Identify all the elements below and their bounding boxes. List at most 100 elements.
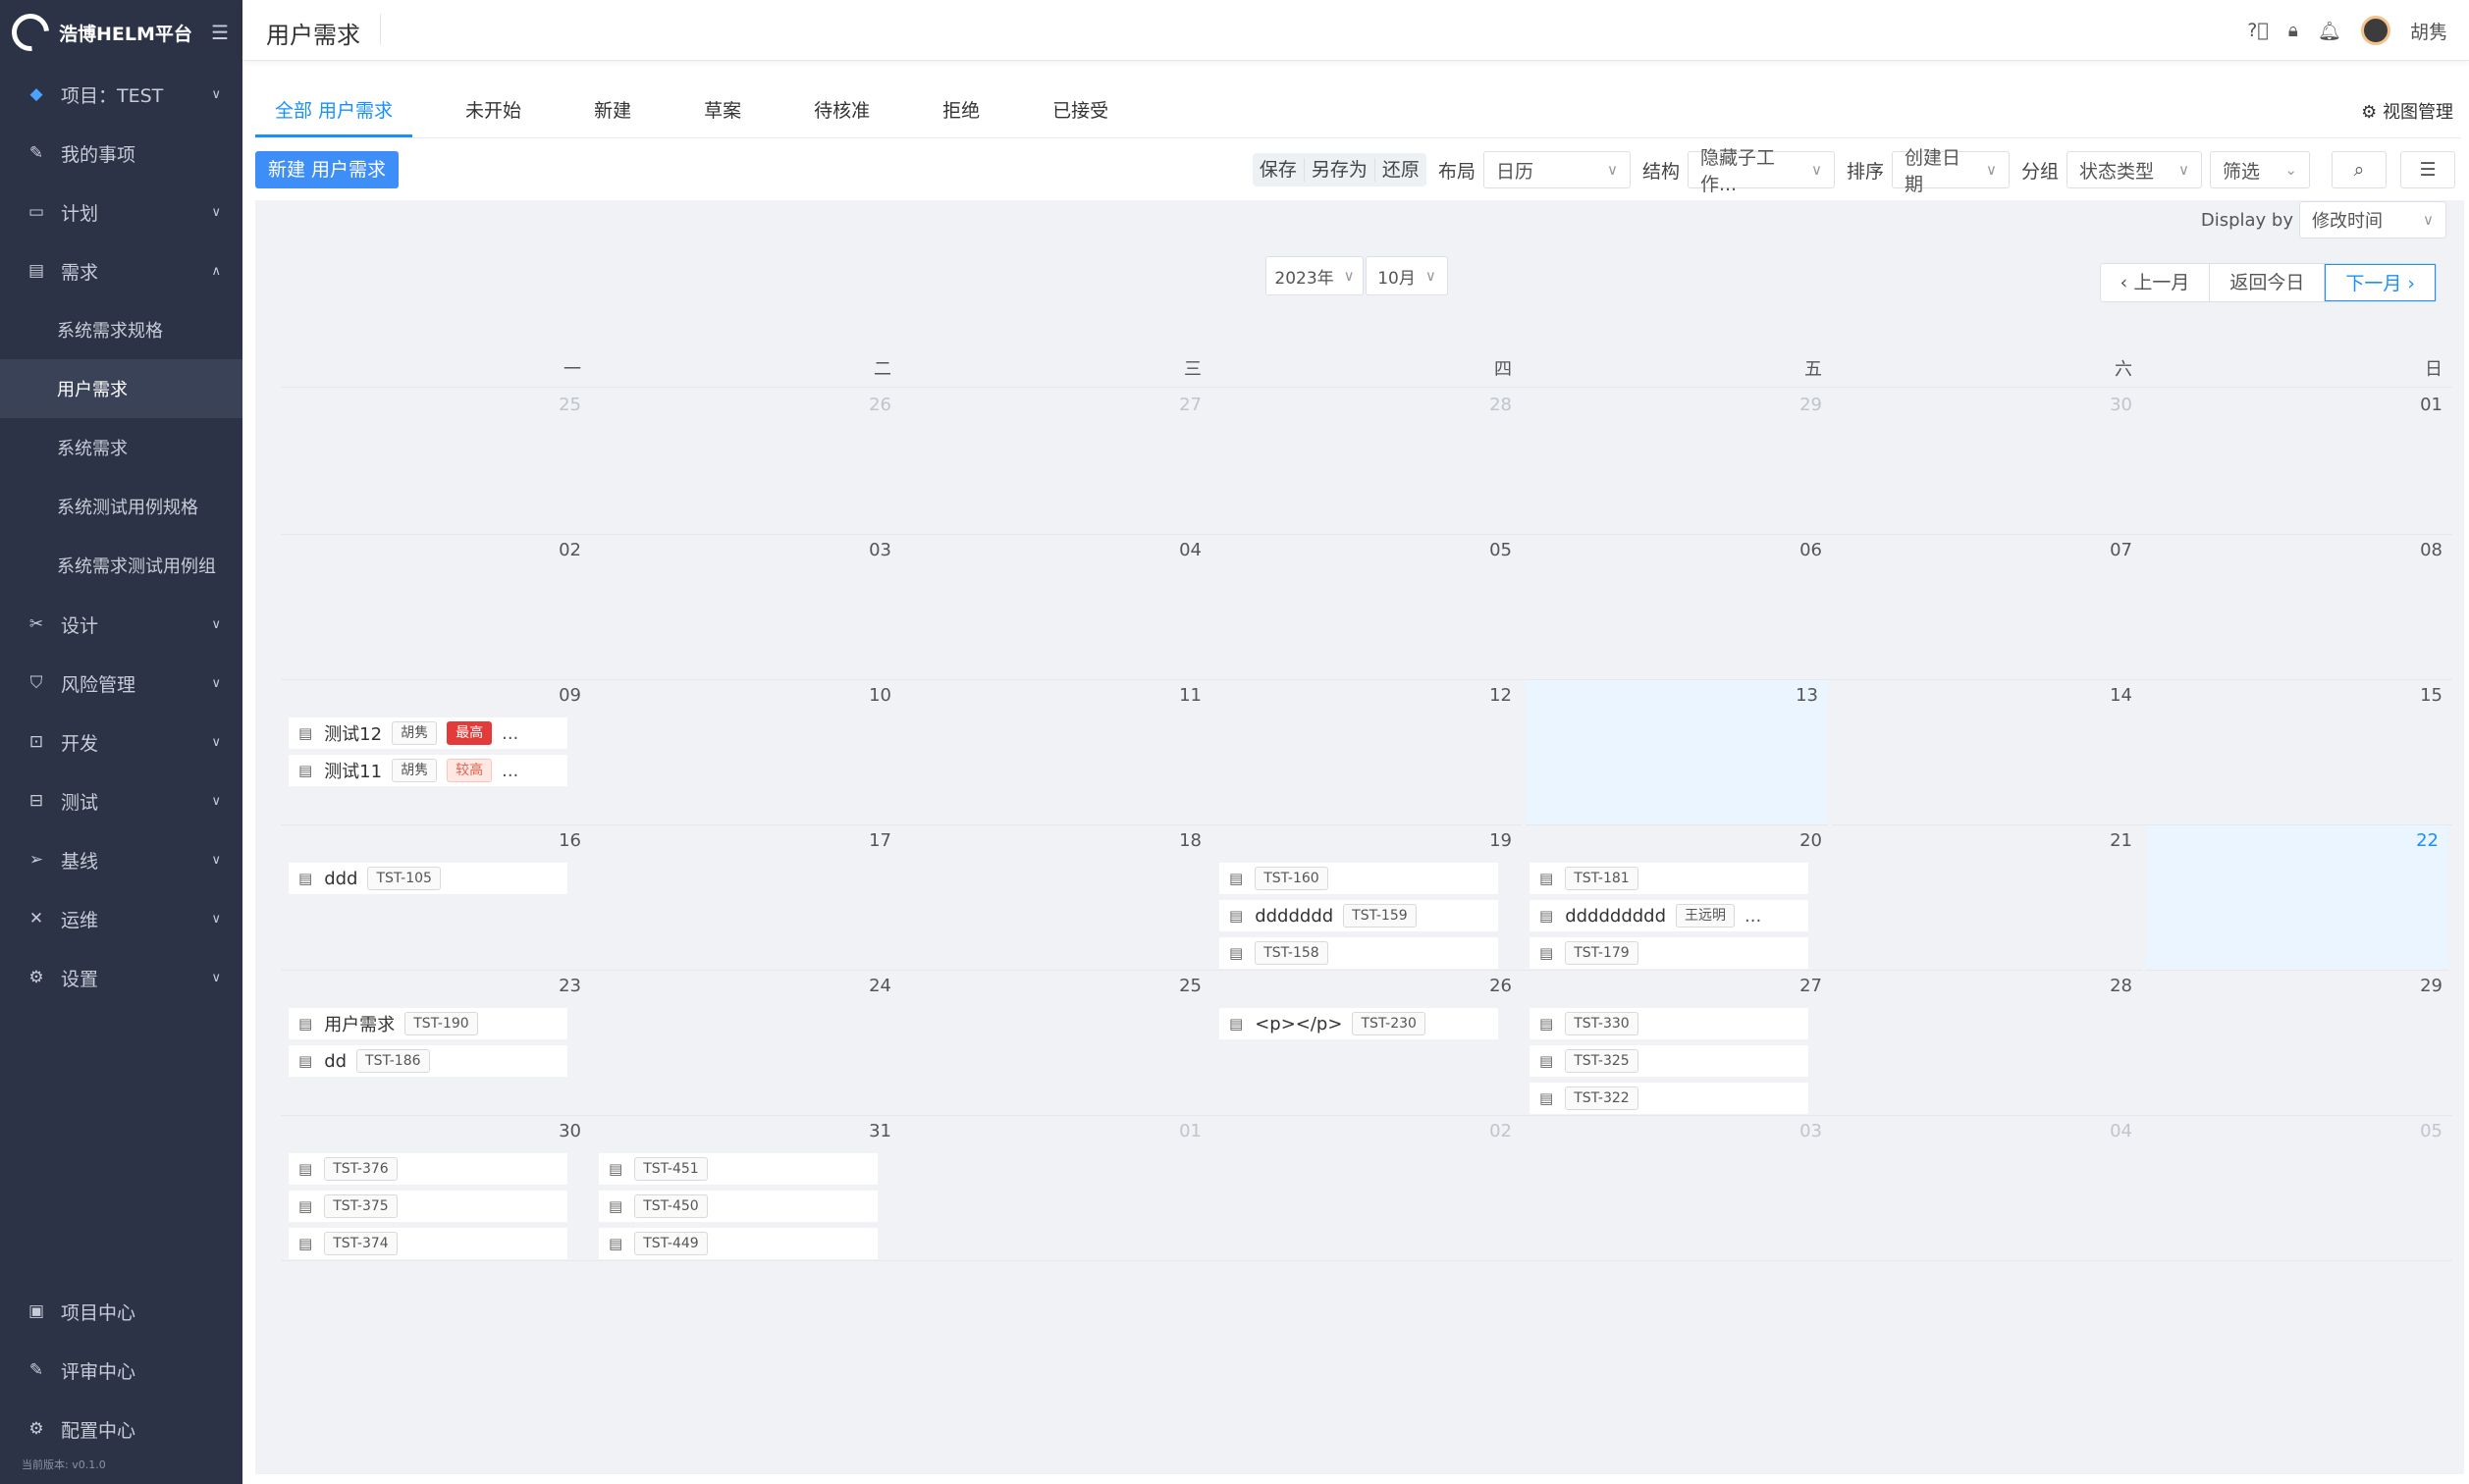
save-view-button[interactable]: 保存 bbox=[1253, 158, 1305, 182]
calendar-day-cell[interactable]: 22 bbox=[2146, 825, 2448, 971]
month-select[interactable]: 10月 ∨ bbox=[1366, 256, 1448, 295]
user-name[interactable]: 胡隽 bbox=[2410, 18, 2447, 44]
calendar-day-cell[interactable]: 09 ▤ 测试12 胡隽 最高... ▤ 测试11 胡隽 较高... bbox=[281, 680, 591, 825]
sidebar-item-project-center[interactable]: ▣ 项目中心 bbox=[0, 1282, 242, 1341]
layout-select[interactable]: 日历 ∨ bbox=[1482, 151, 1631, 188]
calendar-day-cell[interactable]: 21 bbox=[1832, 825, 2142, 971]
calendar-day-cell[interactable]: 29 bbox=[1522, 390, 1832, 535]
list-view-button[interactable]: ☰ bbox=[2400, 151, 2455, 188]
sidebar-item-config-center[interactable]: ⚙ 配置中心 bbox=[0, 1400, 242, 1458]
calendar-day-cell[interactable]: 07 bbox=[1832, 535, 2142, 680]
sidebar-sub-test-case-spec[interactable]: 系统测试用例规格 bbox=[0, 477, 242, 536]
calendar-day-cell[interactable]: 23 ▤ 用户需求 TST-190 ▤ dd TST-186 bbox=[281, 971, 591, 1116]
year-select[interactable]: 2023年 ∨ bbox=[1265, 256, 1364, 295]
calendar-day-cell[interactable]: 18 bbox=[901, 825, 1211, 971]
calendar-day-cell[interactable]: 27 ▤ TST-330 ▤ TST-325 ▤ TST-322 bbox=[1522, 971, 1832, 1116]
sidebar-item-baseline[interactable]: ➢ 基线 ∨ bbox=[0, 830, 242, 889]
calendar-day-cell[interactable]: 26 bbox=[591, 390, 901, 535]
lock-icon[interactable]: 🔒︎ bbox=[2288, 20, 2298, 41]
calendar-day-cell[interactable]: 02 bbox=[1211, 1116, 1522, 1261]
more-icon[interactable]: ... bbox=[502, 723, 518, 744]
sidebar-item-my-items[interactable]: ✎ 我的事项 bbox=[0, 124, 242, 183]
calendar-day-cell[interactable]: 15 bbox=[2142, 680, 2452, 825]
group-select[interactable]: 状态类型 ∨ bbox=[2066, 151, 2202, 188]
calendar-day-cell[interactable]: 12 bbox=[1211, 680, 1522, 825]
calendar-day-cell[interactable]: 17 bbox=[591, 825, 901, 971]
calendar-day-cell[interactable]: 10 bbox=[591, 680, 901, 825]
calendar-event[interactable]: ▤ TST-325 bbox=[1530, 1045, 1808, 1077]
project-selector[interactable]: ◆ 项目：TEST ∨ bbox=[0, 65, 242, 124]
sidebar-item-test[interactable]: ⊟ 测试 ∨ bbox=[0, 771, 242, 830]
sidebar-item-requirements[interactable]: ▤ 需求 ∧ bbox=[0, 241, 242, 300]
new-user-requirement-button[interactable]: 新建 用户需求 bbox=[255, 151, 399, 188]
calendar-day-cell[interactable]: 25 bbox=[901, 971, 1211, 1116]
calendar-day-cell[interactable]: 01 bbox=[2142, 390, 2452, 535]
tab-rejected[interactable]: 拒绝 bbox=[923, 86, 999, 137]
sort-select[interactable]: 创建日期 ∨ bbox=[1891, 147, 2010, 195]
calendar-event[interactable]: ▤ dd TST-186 bbox=[289, 1045, 567, 1077]
calendar-day-cell[interactable]: 03 bbox=[1522, 1116, 1832, 1261]
calendar-event[interactable]: ▤ TST-449 bbox=[599, 1228, 878, 1259]
tab-draft[interactable]: 草案 bbox=[684, 86, 761, 137]
sidebar-item-risk[interactable]: ⛉ 风险管理 ∨ bbox=[0, 654, 242, 713]
calendar-event[interactable]: ▤ TST-322 bbox=[1530, 1083, 1808, 1114]
prev-month-button[interactable]: ‹ 上一月 bbox=[2101, 264, 2211, 301]
today-button[interactable]: 返回今日 bbox=[2210, 264, 2326, 301]
calendar-day-cell[interactable]: 28 bbox=[1832, 971, 2142, 1116]
calendar-day-cell[interactable]: 14 bbox=[1832, 680, 2142, 825]
calendar-day-cell[interactable]: 25 bbox=[281, 390, 591, 535]
calendar-day-cell[interactable]: 26 ▤ <p></p> TST-230 bbox=[1211, 971, 1522, 1116]
more-icon[interactable]: ... bbox=[1744, 906, 1761, 927]
calendar-day-cell[interactable]: 11 bbox=[901, 680, 1211, 825]
calendar-event[interactable]: ▤ TST-179 bbox=[1530, 937, 1808, 969]
calendar-event[interactable]: ▤ TST-450 bbox=[599, 1191, 878, 1222]
calendar-event[interactable]: ▤ TST-375 bbox=[289, 1191, 567, 1222]
calendar-day-cell[interactable]: 30 bbox=[1832, 390, 2142, 535]
calendar-day-cell[interactable]: 27 bbox=[901, 390, 1211, 535]
collapse-menu-icon[interactable]: ☰ bbox=[211, 21, 229, 44]
calendar-event[interactable]: ▤ ddddddd TST-159 bbox=[1219, 900, 1498, 931]
bell-icon[interactable]: 🔔︎ bbox=[2318, 20, 2341, 42]
calendar-day-cell[interactable]: 20 ▤ TST-181 ▤ ddddddddd 王远明... ▤ TST-179 bbox=[1522, 825, 1832, 971]
tab-pending[interactable]: 待核准 bbox=[794, 86, 889, 137]
calendar-day-cell[interactable]: 01 bbox=[901, 1116, 1211, 1261]
display-by-select[interactable]: 修改时间 ∨ bbox=[2299, 201, 2446, 238]
calendar-day-cell[interactable]: 02 bbox=[281, 535, 591, 680]
calendar-event[interactable]: ▤ TST-160 bbox=[1219, 863, 1498, 894]
tab-not-started[interactable]: 未开始 bbox=[446, 86, 541, 137]
calendar-event[interactable]: ▤ TST-376 bbox=[289, 1153, 567, 1185]
calendar-event[interactable]: ▤ ddddddddd 王远明... bbox=[1530, 900, 1808, 931]
sidebar-sub-system-req[interactable]: 系统需求 bbox=[0, 418, 242, 477]
sidebar-sub-user-req[interactable]: 用户需求 bbox=[0, 359, 242, 418]
calendar-day-cell[interactable]: 04 bbox=[901, 535, 1211, 680]
sidebar-sub-system-req-spec[interactable]: 系统需求规格 bbox=[0, 300, 242, 359]
restore-button[interactable]: 还原 bbox=[1375, 158, 1426, 182]
sidebar-sub-test-case-group[interactable]: 系统需求测试用例组 bbox=[0, 536, 242, 595]
calendar-day-cell[interactable]: 06 bbox=[1522, 535, 1832, 680]
calendar-day-cell[interactable]: 24 bbox=[591, 971, 901, 1116]
sidebar-item-review-center[interactable]: ✎ 评审中心 bbox=[0, 1341, 242, 1400]
calendar-event[interactable]: ▤ TST-181 bbox=[1530, 863, 1808, 894]
tab-accepted[interactable]: 已接受 bbox=[1033, 86, 1128, 137]
sidebar-item-ops[interactable]: ✕ 运维 ∨ bbox=[0, 889, 242, 948]
calendar-day-cell[interactable]: 13 bbox=[1526, 680, 1828, 825]
calendar-day-cell[interactable]: 03 bbox=[591, 535, 901, 680]
calendar-event[interactable]: ▤ TST-374 bbox=[289, 1228, 567, 1259]
calendar-event[interactable]: ▤ TST-330 bbox=[1530, 1008, 1808, 1039]
calendar-event[interactable]: ▤ TST-158 bbox=[1219, 937, 1498, 969]
calendar-day-cell[interactable]: 16 ▤ ddd TST-105 bbox=[281, 825, 591, 971]
sidebar-item-dev[interactable]: ⊡ 开发 ∨ bbox=[0, 713, 242, 771]
search-button[interactable]: ⌕ bbox=[2332, 151, 2387, 188]
help-icon[interactable]: ?⃝ bbox=[2247, 20, 2269, 41]
calendar-event[interactable]: ▤ ddd TST-105 bbox=[289, 863, 567, 894]
calendar-event[interactable]: ▤ 测试11 胡隽 较高... bbox=[289, 755, 567, 786]
tab-all[interactable]: 全部 用户需求 bbox=[255, 86, 413, 137]
calendar-day-cell[interactable]: 29 bbox=[2142, 971, 2452, 1116]
filter-button[interactable]: 筛选 ⌄ bbox=[2210, 151, 2310, 188]
save-as-button[interactable]: 另存为 bbox=[1305, 158, 1375, 182]
view-management-button[interactable]: ⚙ 视图管理 bbox=[2361, 98, 2453, 124]
calendar-day-cell[interactable]: 05 bbox=[2142, 1116, 2452, 1261]
avatar[interactable] bbox=[2360, 16, 2390, 45]
tab-new[interactable]: 新建 bbox=[574, 86, 651, 137]
next-month-button[interactable]: 下一月 › bbox=[2325, 264, 2436, 301]
